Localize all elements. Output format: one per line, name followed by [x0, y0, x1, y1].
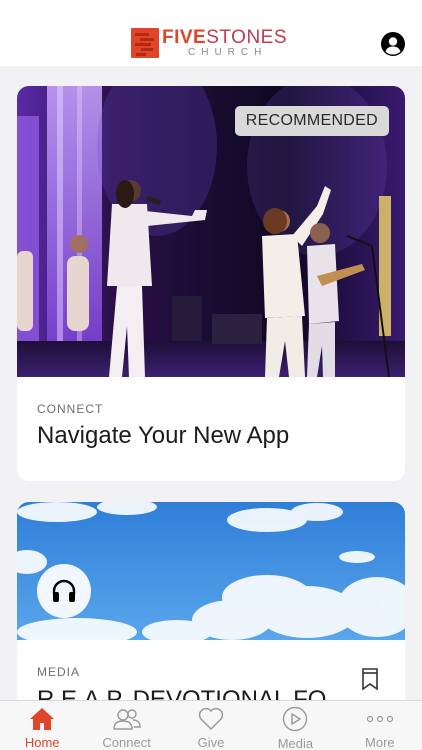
sky-clouds-photo [17, 502, 405, 640]
home-icon [28, 706, 56, 731]
recommended-badge: RECOMMENDED [234, 106, 389, 136]
tab-label: Home [24, 735, 60, 750]
heart-icon [197, 706, 225, 731]
people-icon [112, 706, 141, 731]
play-icon [281, 706, 309, 732]
card-title: Navigate Your New App [37, 422, 290, 449]
logo-primary-text: FIVE [162, 27, 207, 48]
bookmark-icon[interactable] [361, 667, 379, 691]
logo-secondary-text: STONES [206, 27, 288, 48]
profile-icon[interactable] [381, 32, 405, 56]
logo-title: FIVESTONES [162, 28, 287, 47]
tab-label: More [365, 735, 395, 750]
logo-subtitle: CHURCH [188, 47, 268, 58]
headphones-icon [52, 579, 76, 602]
tab-home[interactable]: Home [0, 701, 84, 750]
tab-label: Give [197, 735, 225, 750]
feature-card-connect[interactable]: RECOMMENDED CONNECT Navigate Your New Ap… [17, 86, 405, 481]
tab-give[interactable]: Give [169, 701, 253, 750]
tab-more[interactable]: More [338, 701, 422, 750]
app-header: FIVESTONES CHURCH [0, 0, 422, 66]
tab-label: Media [277, 736, 314, 750]
church-logo[interactable]: FIVESTONES CHURCH [131, 28, 287, 58]
card-category: MEDIA [37, 665, 81, 679]
more-icon [366, 706, 394, 731]
tab-media[interactable]: Media [253, 701, 337, 750]
tab-connect[interactable]: Connect [84, 701, 168, 750]
worship-stage-photo: RECOMMENDED [17, 86, 405, 377]
card-category: CONNECT [37, 402, 104, 416]
tab-label: Connect [102, 735, 151, 750]
logo-mark-icon [131, 28, 159, 58]
tab-bar: Home Connect Give Media More [0, 700, 422, 750]
audio-button[interactable] [37, 564, 91, 618]
